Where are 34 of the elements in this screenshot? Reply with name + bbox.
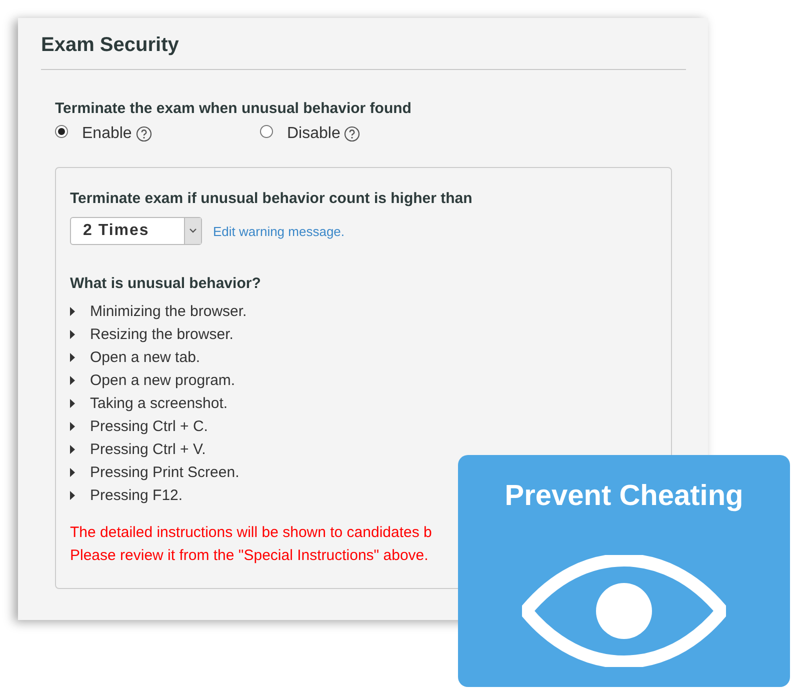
help-icon[interactable] xyxy=(136,126,152,142)
card-title: Prevent Cheating xyxy=(504,480,744,513)
radio-button[interactable] xyxy=(55,124,68,138)
warning-note: The detailed instructions will be shown to candidates b xyxy=(70,524,432,541)
setting-label: Terminate exam if unusual behavior count is higher than xyxy=(70,190,474,207)
count-dropdown[interactable]: 2 Times xyxy=(70,217,202,245)
section-heading: What is unusual behavior? xyxy=(70,275,262,292)
list-item: Pressing Print Screen. xyxy=(90,464,240,481)
list-item: Open a new tab. xyxy=(90,349,200,366)
list-item: Minimizing the browser. xyxy=(90,303,247,320)
list-item: Resizing the browser. xyxy=(90,326,234,343)
list-item: Open a new program. xyxy=(90,372,236,389)
list-item: Taking a screenshot. xyxy=(90,395,228,412)
panel-title: Exam Security xyxy=(41,34,180,57)
setting-label: Terminate the exam when unusual behavior found xyxy=(55,100,412,117)
triangle-icon xyxy=(70,445,75,454)
caret-icon xyxy=(184,218,201,244)
triangle-icon xyxy=(70,307,75,316)
triangle-icon xyxy=(70,330,75,339)
list-item: Pressing Ctrl + C. xyxy=(90,418,208,435)
list-item: Pressing Ctrl + V. xyxy=(90,441,206,458)
triangle-icon xyxy=(70,491,75,500)
warning-note: Please review it from the "Special Instructions" above. xyxy=(70,547,428,564)
radio-button[interactable] xyxy=(260,124,273,138)
triangle-icon xyxy=(70,399,75,408)
eye-icon xyxy=(522,555,726,667)
radio-label[interactable]: Disable xyxy=(287,125,340,143)
list-item: Pressing F12. xyxy=(90,487,183,504)
help-icon[interactable] xyxy=(344,126,360,142)
triangle-icon xyxy=(70,353,75,362)
radio-label[interactable]: Enable xyxy=(82,125,132,143)
triangle-icon xyxy=(70,468,75,477)
triangle-icon xyxy=(70,376,75,385)
triangle-icon xyxy=(70,422,75,431)
